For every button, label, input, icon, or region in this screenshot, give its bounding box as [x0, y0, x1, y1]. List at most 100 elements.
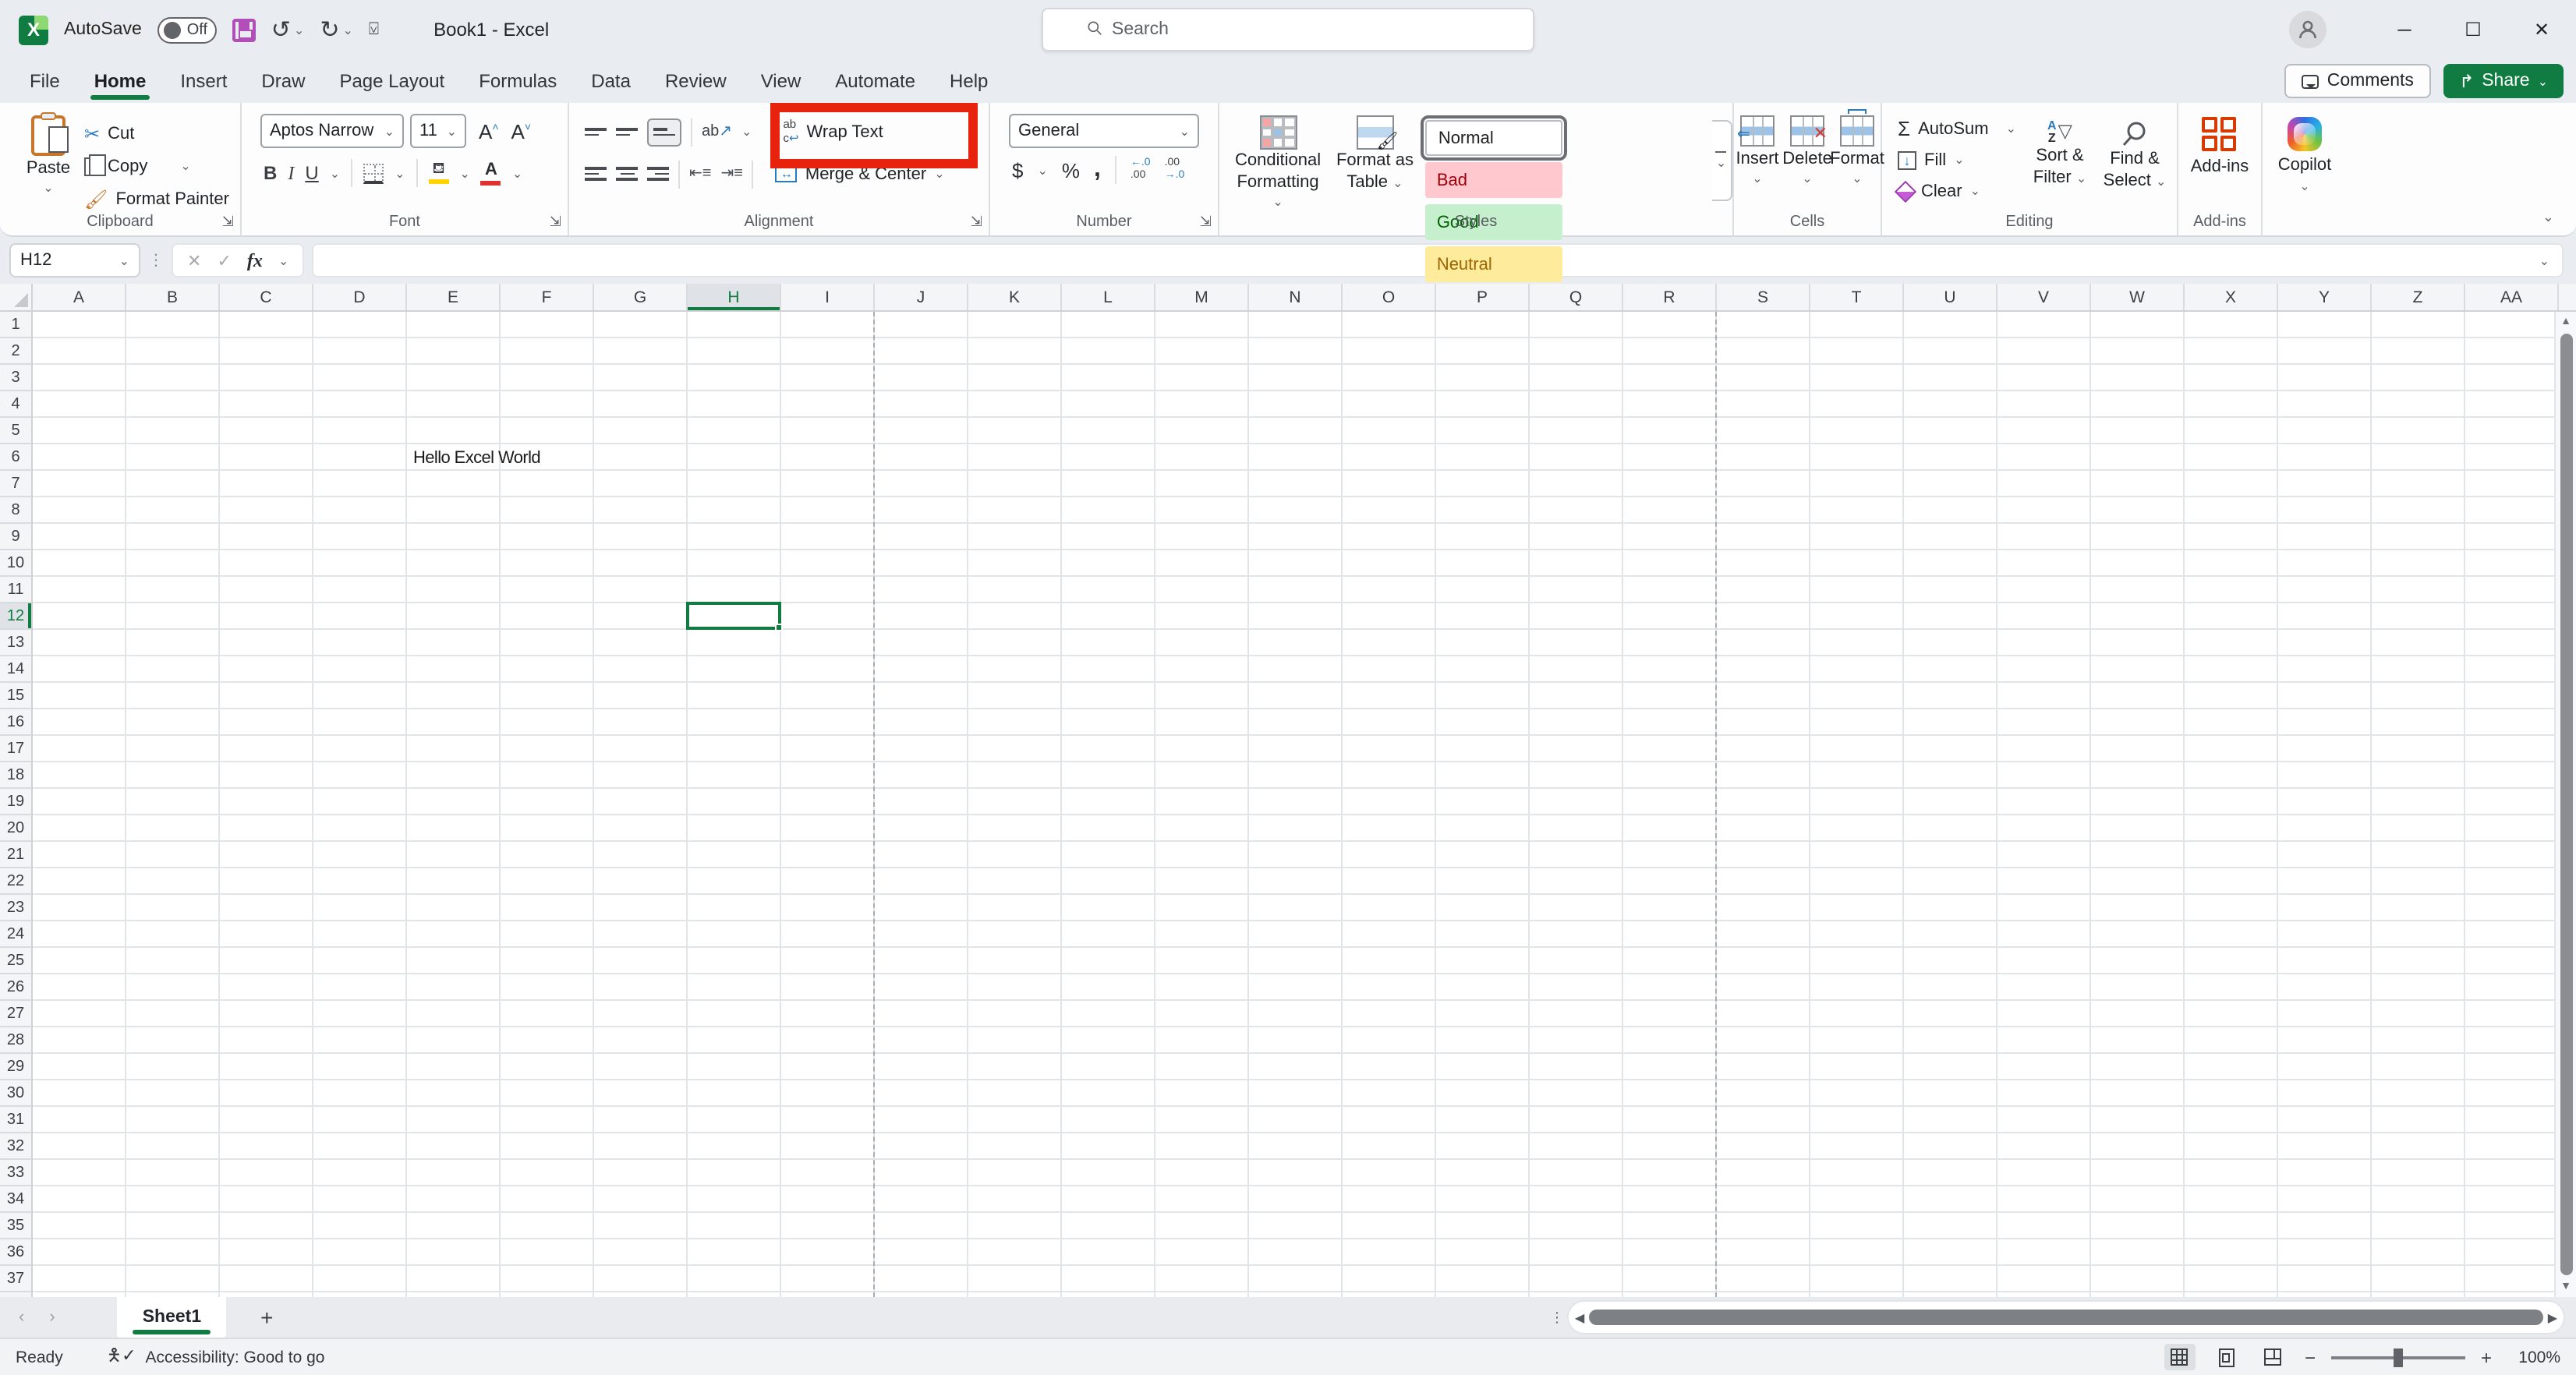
- column-header-m[interactable]: M: [1155, 284, 1249, 310]
- row-header-29[interactable]: 29: [0, 1054, 31, 1080]
- row-header-8[interactable]: 8: [0, 497, 31, 524]
- row-header-30[interactable]: 30: [0, 1080, 31, 1107]
- increase-indent-button[interactable]: ⇥≡: [720, 165, 742, 182]
- row-header-10[interactable]: 10: [0, 550, 31, 577]
- chevron-down-icon[interactable]: ⌄: [278, 253, 288, 267]
- expand-formula-bar-icon[interactable]: ⌄: [2539, 253, 2549, 267]
- enter-icon[interactable]: ✓: [217, 250, 231, 270]
- column-header-x[interactable]: X: [2185, 284, 2278, 310]
- vertical-scroll-thumb[interactable]: [2560, 334, 2572, 1275]
- row-header-37[interactable]: 37: [0, 1266, 31, 1292]
- undo-button[interactable]: ↺⌄: [271, 18, 305, 41]
- italic-button[interactable]: I: [288, 161, 294, 185]
- align-left-button[interactable]: [585, 164, 607, 183]
- scroll-up-icon[interactable]: ▲: [2560, 312, 2571, 332]
- search-input[interactable]: Search: [1042, 8, 1534, 51]
- tab-page-layout[interactable]: Page Layout: [322, 62, 462, 103]
- cancel-icon[interactable]: ✕: [187, 250, 201, 270]
- tab-home[interactable]: Home: [77, 62, 164, 103]
- row-header-20[interactable]: 20: [0, 815, 31, 842]
- row-header-5[interactable]: 5: [0, 418, 31, 444]
- row-header-26[interactable]: 26: [0, 974, 31, 1001]
- row-header-16[interactable]: 16: [0, 709, 31, 736]
- column-header-n[interactable]: N: [1249, 284, 1343, 310]
- chevron-down-icon[interactable]: ⌄: [395, 166, 405, 180]
- row-header-33[interactable]: 33: [0, 1160, 31, 1186]
- row-header-19[interactable]: 19: [0, 789, 31, 815]
- number-dialog-launcher[interactable]: ⇲: [1200, 214, 1212, 231]
- row-header-36[interactable]: 36: [0, 1239, 31, 1266]
- row-header-35[interactable]: 35: [0, 1213, 31, 1239]
- cell-style-normal[interactable]: Normal: [1426, 120, 1563, 156]
- column-header-l[interactable]: L: [1062, 284, 1155, 310]
- row-header-22[interactable]: 22: [0, 868, 31, 895]
- fill-handle[interactable]: [775, 624, 783, 631]
- fill-color-button[interactable]: ⛾: [429, 162, 449, 184]
- chevron-down-icon[interactable]: ⌄: [2299, 179, 2309, 193]
- chevron-down-icon[interactable]: ⌄: [741, 125, 752, 139]
- column-header-u[interactable]: U: [1904, 284, 1997, 310]
- horizontal-scroll-thumb[interactable]: [1589, 1310, 2542, 1325]
- normal-view-button[interactable]: [2164, 1344, 2196, 1370]
- column-header-c[interactable]: C: [220, 284, 313, 310]
- currency-format-button[interactable]: $: [1012, 158, 1023, 182]
- row-header-6[interactable]: 6: [0, 444, 31, 471]
- row-header-23[interactable]: 23: [0, 895, 31, 921]
- fill-button[interactable]: ↓Fill⌄: [1898, 147, 2026, 173]
- column-header-b[interactable]: B: [126, 284, 220, 310]
- prev-sheet-button[interactable]: ‹: [19, 1308, 24, 1327]
- column-header-z[interactable]: Z: [2372, 284, 2465, 310]
- row-header-15[interactable]: 15: [0, 683, 31, 709]
- zoom-in-button[interactable]: +: [2481, 1346, 2492, 1368]
- row-header-24[interactable]: 24: [0, 921, 31, 948]
- row-header-31[interactable]: 31: [0, 1107, 31, 1133]
- align-center-button[interactable]: [616, 164, 638, 183]
- copilot-button[interactable]: Copilot ⌄: [2278, 111, 2332, 235]
- collapse-ribbon-button[interactable]: ⌄: [2542, 209, 2554, 226]
- column-header-r[interactable]: R: [1623, 284, 1717, 310]
- comma-format-button[interactable]: ,: [1094, 162, 1101, 177]
- row-header-3[interactable]: 3: [0, 365, 31, 391]
- save-icon[interactable]: [232, 18, 256, 41]
- row-header-28[interactable]: 28: [0, 1027, 31, 1054]
- column-header-a[interactable]: A: [33, 284, 126, 310]
- tab-draw[interactable]: Draw: [244, 62, 322, 103]
- autosum-button[interactable]: ΣAutoSum⌄: [1898, 115, 2026, 142]
- chevron-down-icon[interactable]: ⌄: [1970, 184, 1980, 198]
- chevron-down-icon[interactable]: ⌄: [934, 167, 944, 181]
- decrease-decimal-button[interactable]: .00→.0: [1165, 158, 1185, 182]
- chevron-down-icon[interactable]: ⌄: [1037, 163, 1047, 177]
- row-header-9[interactable]: 9: [0, 524, 31, 550]
- tab-review[interactable]: Review: [648, 62, 744, 103]
- decrease-font-size-button[interactable]: A˅: [511, 119, 532, 143]
- merge-center-button[interactable]: ↔ Merge & Center ⌄: [776, 164, 945, 183]
- selected-cell[interactable]: [686, 602, 781, 630]
- chevron-down-icon[interactable]: ⌄: [43, 181, 53, 195]
- row-header-34[interactable]: 34: [0, 1186, 31, 1213]
- column-header-h[interactable]: H: [688, 284, 781, 310]
- align-bottom-button[interactable]: [647, 118, 681, 146]
- chevron-down-icon[interactable]: ⌄: [1752, 171, 1762, 186]
- chevron-down-icon[interactable]: ⌄: [2006, 122, 2016, 136]
- chevron-down-icon[interactable]: ⌄: [1802, 171, 1812, 186]
- accessibility-status[interactable]: 🯅✓ Accessibility: Good to go: [107, 1342, 325, 1372]
- column-header-y[interactable]: Y: [2278, 284, 2372, 310]
- row-header-2[interactable]: 2: [0, 338, 31, 365]
- font-color-button[interactable]: A: [481, 161, 501, 185]
- horizontal-scrollbar[interactable]: ◀ ▶: [1569, 1302, 2564, 1333]
- row-header-27[interactable]: 27: [0, 1001, 31, 1027]
- column-header-aa[interactable]: AA: [2465, 284, 2559, 310]
- cell-e6-text[interactable]: Hello Excel World: [413, 444, 540, 471]
- row-header-4[interactable]: 4: [0, 391, 31, 418]
- format-painter-button[interactable]: 🖌Format Painter: [84, 186, 229, 212]
- column-header-p[interactable]: P: [1436, 284, 1530, 310]
- page-layout-view-button[interactable]: [2211, 1344, 2242, 1370]
- scroll-down-icon[interactable]: ▼: [2560, 1277, 2571, 1297]
- row-header-7[interactable]: 7: [0, 471, 31, 497]
- chevron-down-icon[interactable]: ⌄: [342, 23, 352, 37]
- quick-access-options-icon[interactable]: ⍌: [369, 19, 377, 40]
- tab-automate[interactable]: Automate: [818, 62, 932, 103]
- chevron-down-icon[interactable]: ⌄: [512, 166, 522, 180]
- chevron-down-icon[interactable]: ⌄: [1954, 153, 1964, 167]
- close-button[interactable]: ✕: [2507, 0, 2576, 59]
